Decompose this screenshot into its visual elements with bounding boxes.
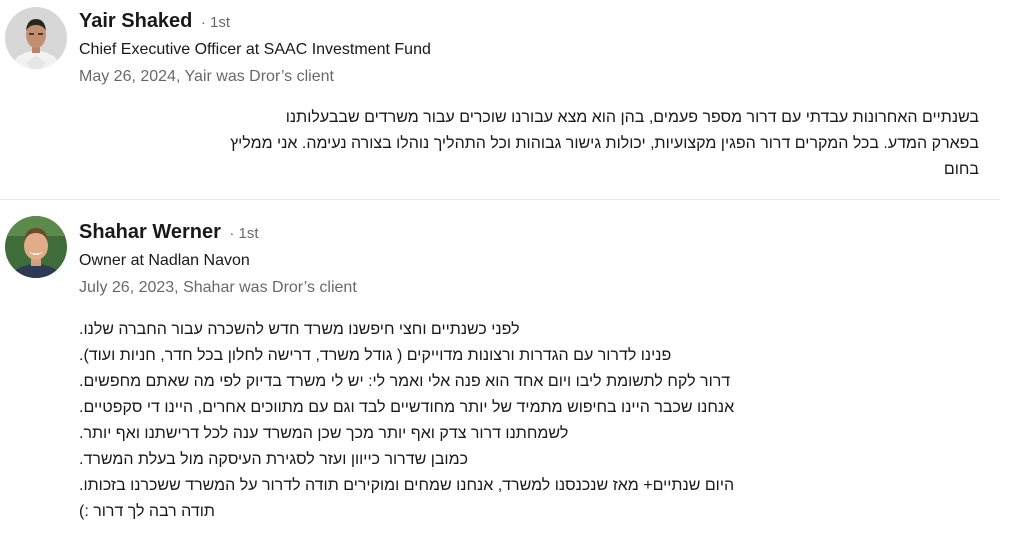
recommendation-card: Shahar Werner · 1st Owner at Nadlan Navo… <box>0 200 1024 537</box>
recommendation-card: Yair Shaked · 1st Chief Executive Office… <box>0 0 1024 199</box>
recommendation-line: דרור לקח לתשומת ליבו ויום אחד הוא פנה אל… <box>79 373 731 390</box>
recommendation-line: היום שנתיים+ מאז שנכנסנו למשרד, אנחנו שמ… <box>79 477 735 494</box>
recommendation-text: לפני כשנתיים וחצי חיפשנו משרד חדש להשכרה… <box>79 317 979 525</box>
recommendation-text: בשנתיים האחרונות עבדתי עם דרור מספר פעמי… <box>79 105 979 183</box>
recommendation-line: בפארק המדע. בכל המקרים דרור הפגין מקצועי… <box>230 135 979 152</box>
connection-degree: · 1st <box>200 14 231 31</box>
connection-degree: · 1st <box>229 225 259 242</box>
avatar-photo <box>5 216 67 278</box>
avatar[interactable] <box>5 7 67 69</box>
recommendation-line: אנחנו שכבר היינו בחיפוש מתמיד של יותר מח… <box>79 399 735 416</box>
recommendation-line: בחום <box>943 161 979 178</box>
recommendation-line: פנינו לדרור עם הגדרות ורצונות מדוייקים (… <box>79 347 672 364</box>
avatar[interactable] <box>5 216 67 278</box>
recommendation-line: לשמחתנו דרור צדק ואף יותר מכך שכן המשרד … <box>79 425 569 442</box>
recommender-name[interactable]: Shahar Werner <box>79 221 221 243</box>
recommendation-line: לפני כשנתיים וחצי חיפשנו משרד חדש להשכרה… <box>79 321 520 338</box>
recommendation-meta: July 26, 2023, Shahar was Dror’s client <box>79 279 357 296</box>
recommendation-line: כמובן שדרור כייוון ועזר לסגירת העיסקה מו… <box>79 451 468 468</box>
recommendation-line: בשנתיים האחרונות עבדתי עם דרור מספר פעמי… <box>285 109 979 126</box>
recommender-headline: Chief Executive Officer at SAAC Investme… <box>79 41 431 58</box>
recommendation-meta: May 26, 2024, Yair was Dror’s client <box>79 68 334 85</box>
recommender-name[interactable]: Yair Shaked <box>79 10 192 32</box>
recommender-headline: Owner at Nadlan Navon <box>79 252 250 269</box>
recommendation-line: תודה רבה לך דרור :) <box>79 503 215 520</box>
avatar-photo <box>5 7 67 69</box>
